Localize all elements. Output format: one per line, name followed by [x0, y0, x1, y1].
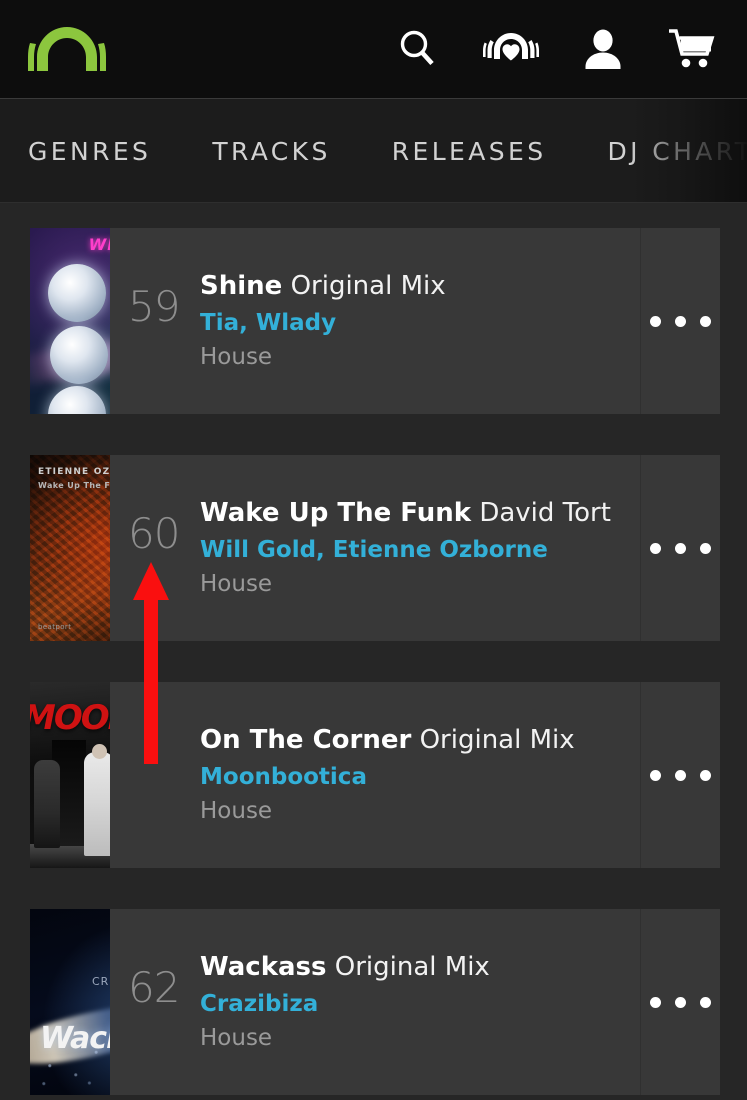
nav-item-tracks[interactable]: TRACKS [212, 139, 361, 164]
track-meta: Shine Original Mix Tia, Wlady House [190, 269, 640, 373]
track-row-main[interactable]: 60 Wake Up The Funk David Tort Will Gold… [110, 455, 641, 641]
table-row[interactable]: MOON 61 On The Corner Original Mix Moonb… [0, 682, 747, 868]
track-rank: 59 [128, 282, 180, 331]
track-more-button[interactable] [641, 455, 720, 641]
track-row-body[interactable]: 61 On The Corner Original Mix Moonbootic… [110, 682, 720, 868]
track-title-line: Shine Original Mix [200, 269, 640, 303]
track-title-line: Wake Up The Funk David Tort [200, 496, 640, 530]
track-artists[interactable]: Tia, Wlady [200, 308, 640, 339]
track-row-body[interactable]: 59 Shine Original Mix Tia, Wlady House [110, 228, 720, 414]
track-mix: David Tort [479, 497, 611, 528]
album-art-caption-sub: CR [92, 975, 110, 988]
track-row-body[interactable]: 60 Wake Up The Funk David Tort Will Gold… [110, 455, 720, 641]
track-more-button[interactable] [641, 228, 720, 414]
track-rank: 60 [128, 509, 180, 558]
track-mix: Original Mix [290, 270, 446, 301]
category-nav[interactable]: GENRES TRACKS RELEASES DJ CHARTS [0, 98, 747, 203]
track-title[interactable]: Wackass [200, 952, 327, 982]
album-art-caption: Wack [40, 1021, 110, 1056]
more-options-icon [650, 315, 711, 327]
track-genre[interactable]: House [200, 1024, 640, 1054]
track-title-line: On The Corner Original Mix [200, 723, 640, 757]
track-row-main[interactable]: 61 On The Corner Original Mix Moonbootic… [110, 682, 641, 868]
album-art-shine[interactable]: WLADY [30, 228, 110, 414]
nav-item-dj-charts[interactable]: DJ CHARTS [607, 139, 747, 164]
album-art-wackass[interactable]: CR Wack [30, 909, 110, 1095]
track-more-button[interactable] [641, 682, 720, 868]
track-genre[interactable]: House [200, 570, 640, 600]
track-genre[interactable]: House [200, 797, 640, 827]
album-art-caption-bottom: beatport [38, 623, 72, 631]
beatport-logo[interactable] [28, 23, 106, 75]
more-options-icon [650, 542, 711, 554]
track-row-main[interactable]: 62 Wackass Original Mix Crazibiza House [110, 909, 641, 1095]
track-artists[interactable]: Will Gold, Etienne Ozborne [200, 535, 640, 566]
track-title[interactable]: On The Corner [200, 725, 411, 755]
track-row-body[interactable]: 62 Wackass Original Mix Crazibiza House [110, 909, 720, 1095]
track-title[interactable]: Shine [200, 271, 282, 301]
track-title-line: Wackass Original Mix [200, 950, 640, 984]
album-art-caption-sub: Wake Up The Funk [38, 481, 110, 490]
app-header [0, 0, 747, 98]
account-icon[interactable] [583, 27, 623, 71]
track-title[interactable]: Wake Up The Funk [200, 498, 471, 528]
album-art-wake-up-the-funk[interactable]: ETIENNE OZBORNE Wake Up The Funk beatpor… [30, 455, 110, 641]
table-row[interactable]: ETIENNE OZBORNE Wake Up The Funk beatpor… [0, 455, 747, 641]
more-options-icon [650, 996, 711, 1008]
album-art-on-the-corner[interactable]: MOON [30, 682, 110, 868]
track-more-button[interactable] [641, 909, 720, 1095]
nav-item-releases[interactable]: RELEASES [392, 139, 578, 164]
track-meta: Wackass Original Mix Crazibiza House [190, 950, 640, 1054]
more-options-icon [650, 769, 711, 781]
cart-icon[interactable] [667, 27, 715, 71]
album-art-caption: WLADY [88, 235, 110, 254]
table-row[interactable]: WLADY 59 Shine Original Mix Tia, Wlady H… [0, 228, 747, 414]
search-icon[interactable] [395, 27, 439, 71]
track-rank: 62 [128, 963, 180, 1012]
category-nav-scroller[interactable]: GENRES TRACKS RELEASES DJ CHARTS [0, 99, 747, 203]
track-artists[interactable]: Crazibiza [200, 989, 640, 1020]
track-artists[interactable]: Moonbootica [200, 762, 640, 793]
beatport-mobile-screen: GENRES TRACKS RELEASES DJ CHARTS WLADY 5… [0, 0, 747, 1100]
album-art-caption: MOON [30, 698, 110, 738]
track-meta: On The Corner Original Mix Moonbootica H… [190, 723, 640, 827]
nav-item-genres[interactable]: GENRES [28, 139, 182, 164]
track-mix: Original Mix [419, 724, 575, 755]
header-icon-group [395, 27, 721, 71]
track-row-main[interactable]: 59 Shine Original Mix Tia, Wlady House [110, 228, 641, 414]
track-genre[interactable]: House [200, 343, 640, 373]
track-meta: Wake Up The Funk David Tort Will Gold, E… [190, 496, 640, 600]
table-row[interactable]: CR Wack 62 Wackass Original Mix Crazibiz… [0, 909, 747, 1095]
track-mix: Original Mix [334, 951, 490, 982]
track-list: WLADY 59 Shine Original Mix Tia, Wlady H… [0, 203, 747, 1095]
my-beatport-icon[interactable] [483, 28, 539, 70]
album-art-caption: ETIENNE OZBORNE [38, 467, 110, 477]
